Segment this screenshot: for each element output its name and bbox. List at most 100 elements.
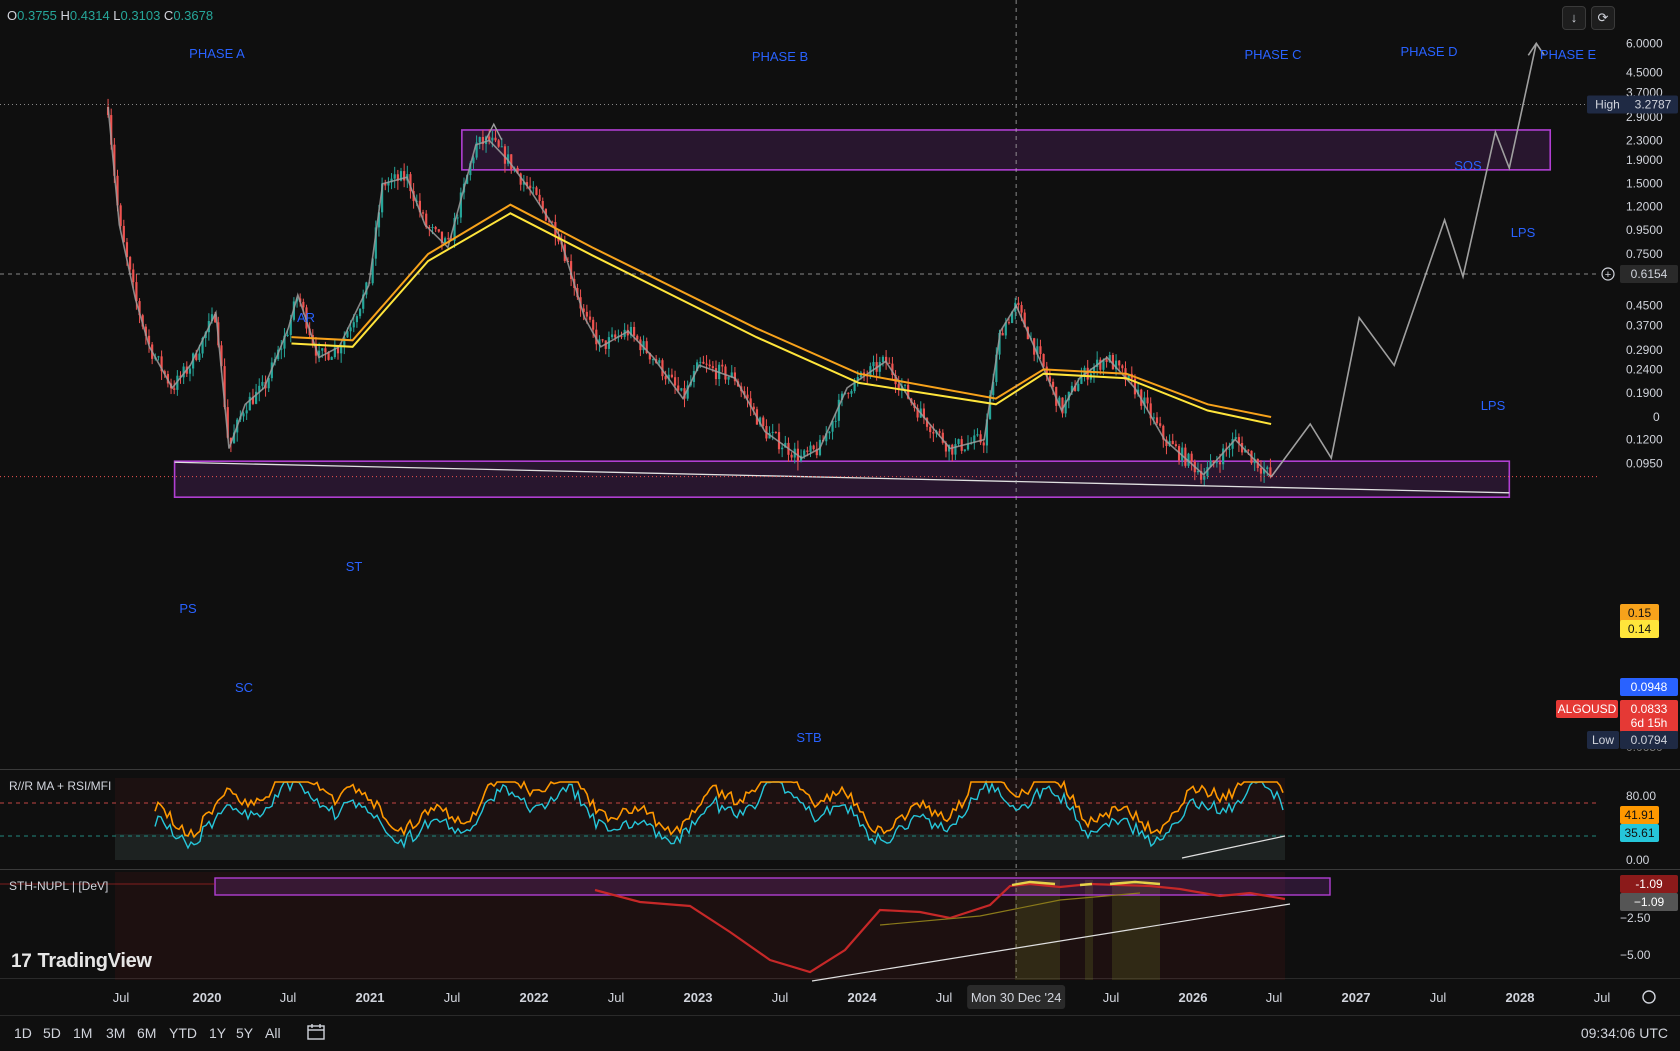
rsi-bg-lower	[115, 834, 1285, 860]
price-tick-9: 0.7500	[1626, 247, 1663, 261]
candle-body-77	[349, 327, 352, 332]
candle-body-179	[670, 374, 674, 378]
range-1m[interactable]: 1M	[73, 1025, 92, 1041]
candle-body-289	[1017, 302, 1020, 306]
price-tick-partial-top: 0	[1653, 410, 1660, 424]
candle-body-124	[497, 140, 500, 147]
range-all[interactable]: All	[265, 1025, 281, 1041]
candle-body-69	[324, 348, 327, 353]
phase-label-2: PHASE C	[1244, 47, 1301, 62]
candle-body-103	[431, 227, 434, 229]
time-label-13: Jul	[1266, 990, 1283, 1005]
candle-body-269	[954, 444, 957, 455]
candle-body-43	[242, 413, 245, 417]
nupl-tick-0: −2.50	[1620, 911, 1651, 925]
download-button[interactable]: ↓	[1562, 6, 1586, 30]
time-label-12: 2026	[1179, 990, 1208, 1005]
candle-body-100	[421, 212, 425, 214]
candle-body-264	[938, 431, 941, 433]
tradingview-logo: 17 TradingView	[11, 950, 152, 973]
time-label-9: 2024	[848, 990, 878, 1005]
price-tick-7: 1.2000	[1626, 199, 1663, 213]
candle-body-71	[330, 357, 333, 360]
candle-body-356	[1228, 448, 1231, 450]
candle-body-333	[1155, 417, 1159, 424]
wyckoff-label-3: ST	[346, 559, 363, 574]
candle-body-180	[673, 377, 677, 386]
utc-clock: 09:34:06 UTC	[1580, 1025, 1668, 1041]
candle-body-262	[932, 432, 935, 434]
candle-body-231	[834, 420, 837, 422]
range-5d[interactable]: 5D	[43, 1025, 61, 1041]
price-chart[interactable]: PHASE A PHASE B PHASE C PHASE D PHASE E PS SC A…	[0, 0, 1680, 1050]
candle-body-189	[702, 361, 705, 364]
candle-body-8	[132, 269, 135, 283]
candle-body-167	[633, 326, 636, 336]
time-label-3: 2021	[356, 990, 385, 1005]
price-tick-8: 0.9500	[1626, 223, 1663, 237]
low-value: 0.3103	[120, 8, 161, 23]
candle-body-160	[610, 334, 614, 338]
price-tick-10: 0.4500	[1626, 299, 1663, 313]
candle-body-253	[903, 384, 907, 386]
mfi-value-tag: 35.61	[1624, 826, 1654, 840]
candle-body-308	[1077, 383, 1080, 391]
candle-body-344	[1190, 453, 1193, 462]
candle-body-94	[403, 171, 406, 181]
candle-body-153	[588, 316, 592, 320]
price-tick-4: 2.3000	[1626, 133, 1663, 147]
candle-body-135	[532, 187, 535, 189]
candle-body-196	[724, 366, 727, 380]
high-label-tag: High	[1595, 98, 1620, 112]
candle-body-49	[261, 381, 264, 386]
candle-body-353	[1218, 462, 1222, 465]
refresh-button[interactable]: ⟳	[1591, 6, 1615, 30]
last-price-tag: 0.0833	[1631, 702, 1668, 716]
range-6m[interactable]: 6M	[137, 1025, 156, 1041]
calendar-icon[interactable]	[306, 1023, 326, 1041]
range-3m[interactable]: 3M	[106, 1025, 125, 1041]
price-tick-11: 0.3700	[1626, 319, 1663, 333]
candle-body-268	[951, 444, 954, 455]
candle-body-62	[302, 301, 305, 308]
tradingview-logo-text: TradingView	[37, 950, 152, 972]
wyckoff-label-5: SOS	[1454, 158, 1482, 173]
range-ytd[interactable]: YTD	[169, 1025, 197, 1041]
chart-stage[interactable]: PHASE A PHASE B PHASE C PHASE D PHASE E PS SC A…	[0, 0, 1680, 1051]
candle-body-197	[727, 376, 730, 380]
candle-body-243	[872, 362, 875, 367]
range-1y[interactable]: 1Y	[209, 1025, 226, 1041]
candle-body-246	[881, 356, 885, 362]
candle-body-311	[1086, 367, 1089, 380]
candle-body-321	[1118, 360, 1121, 366]
wyckoff-label-4: STB	[796, 730, 821, 745]
candle-body-276	[976, 434, 979, 436]
candle-body-235	[847, 392, 850, 394]
candle-body-105	[437, 229, 440, 232]
candle-body-193	[714, 368, 718, 380]
crosshair-price-tag: 0.6154	[1631, 267, 1668, 281]
wyckoff-label-2: AR	[297, 310, 315, 325]
candle-body-191	[708, 364, 711, 367]
range-1d[interactable]: 1D	[14, 1025, 32, 1041]
high-value: 0.4314	[69, 8, 110, 23]
phase-label-3: PHASE D	[1400, 44, 1457, 59]
nupl-tick-1: −5.00	[1620, 948, 1651, 962]
candle-body-192	[711, 366, 714, 369]
close-label: C	[163, 8, 174, 23]
arrow-down-icon: ↓	[1570, 10, 1578, 25]
range-5y[interactable]: 5Y	[236, 1025, 253, 1041]
candle-body-236	[850, 391, 853, 394]
candle-body-217	[790, 454, 793, 458]
candle-body-118	[478, 137, 481, 143]
high-value-tag: 3.2787	[1635, 98, 1672, 112]
tradingview-logo-icon: 17	[11, 951, 32, 972]
candle-body-330	[1146, 397, 1149, 404]
candle-body-270	[957, 439, 960, 445]
range-box-1	[461, 129, 1552, 171]
nupl-signal-tag: −1.09	[1634, 895, 1665, 909]
wyckoff-label-6: LPS	[1511, 225, 1536, 240]
candle-body-195	[721, 364, 724, 367]
time-label-17: Jul	[1594, 990, 1611, 1005]
candle-body-290	[1020, 305, 1023, 313]
